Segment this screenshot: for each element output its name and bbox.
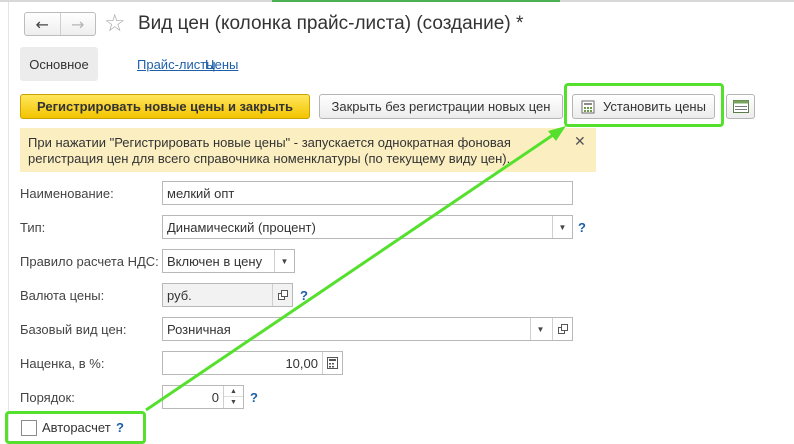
annotation-arrow bbox=[145, 126, 566, 412]
